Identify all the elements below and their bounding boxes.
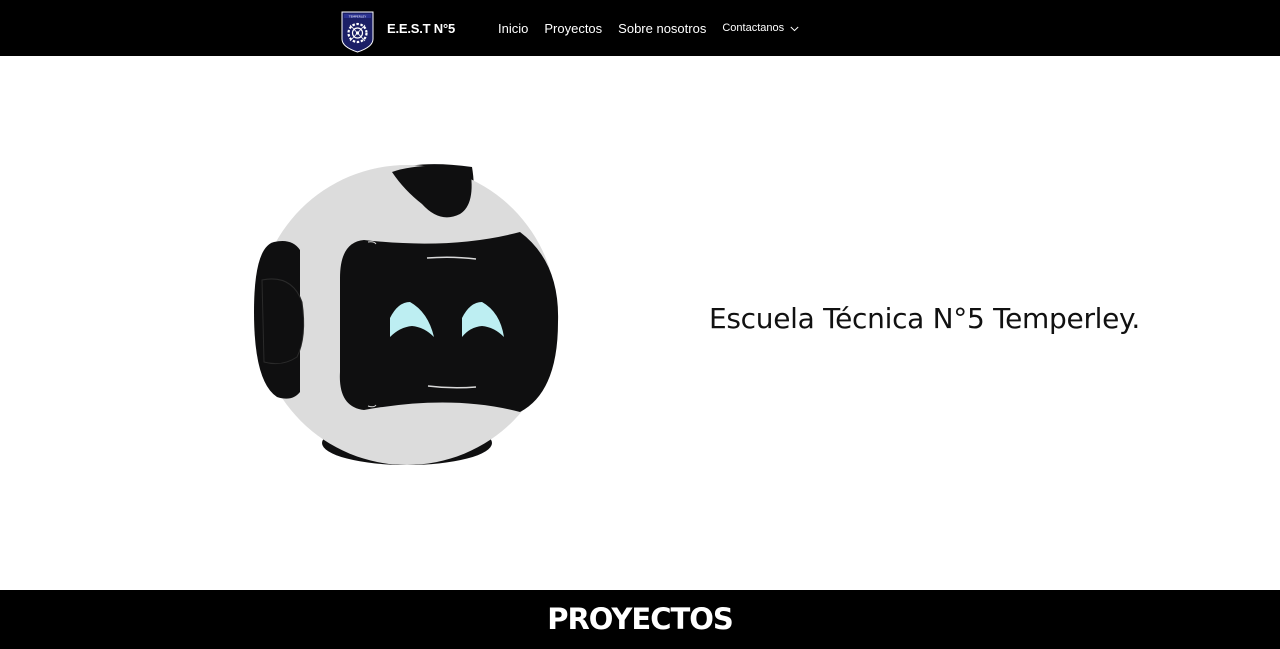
nav-link-sobre-nosotros[interactable]: Sobre nosotros <box>618 21 706 36</box>
school-shield-logo: TEMPERLEY <box>341 11 374 53</box>
nav-link-proyectos[interactable]: Proyectos <box>544 21 602 36</box>
projects-section: PROYECTOS <box>0 590 1280 649</box>
brand-name: E.E.S.T N°5 <box>387 21 456 36</box>
nav-link-inicio[interactable]: Inicio <box>498 21 528 36</box>
projects-heading: PROYECTOS <box>547 602 734 636</box>
contactanos-label: Contactanos <box>722 22 785 34</box>
navbar: TEMPERLEY E.E.S.T N°5 Inicio Proyectos S… <box>0 0 1280 56</box>
robot-head-illustration <box>254 164 559 465</box>
chevron-down-icon <box>790 26 799 31</box>
main-nav: Inicio Proyectos Sobre nosotros Contacta… <box>498 0 799 56</box>
contactanos-dropdown[interactable]: Contactanos <box>722 22 799 34</box>
brand-link[interactable]: TEMPERLEY E.E.S.T N°5 <box>341 11 455 53</box>
hero-title: Escuela Técnica N°5 Temperley. <box>709 302 1140 335</box>
hero-section: Escuela Técnica N°5 Temperley. <box>0 56 1280 590</box>
logo-lettering: TEMPERLEY <box>348 14 367 18</box>
